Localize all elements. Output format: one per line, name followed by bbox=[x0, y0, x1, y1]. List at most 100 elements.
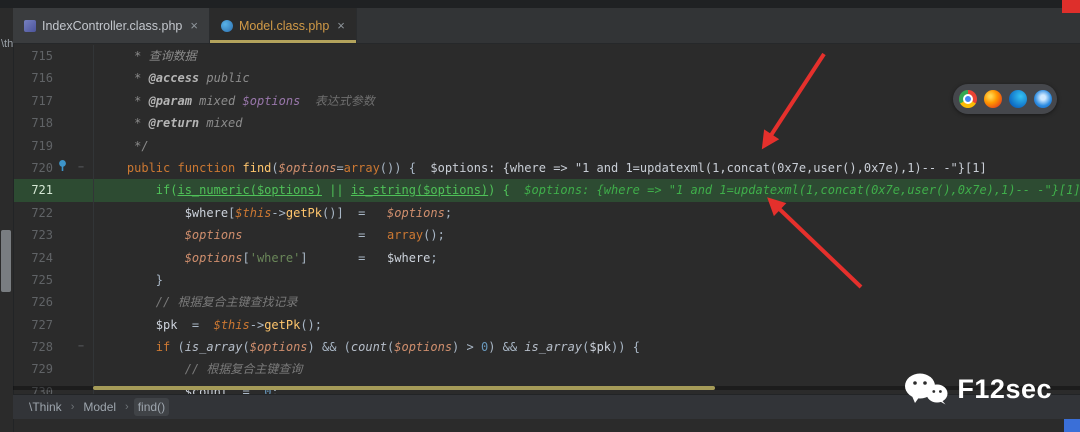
gutter-icon-slot bbox=[53, 135, 71, 157]
code-token: * 查询数据 bbox=[98, 49, 197, 63]
firefox-icon[interactable] bbox=[983, 90, 1002, 108]
code-token: @param bbox=[148, 93, 192, 108]
gutter: 716 bbox=[13, 67, 94, 90]
line-number[interactable]: 725 bbox=[13, 269, 53, 291]
line-number[interactable]: 726 bbox=[13, 291, 53, 313]
gutter-icon-slot bbox=[53, 179, 71, 201]
code-line-716[interactable]: 716 * @access public bbox=[13, 67, 1080, 90]
code-token: (); bbox=[423, 228, 445, 243]
code-line-717[interactable]: 717 * @param mixed $options 表达式参数 bbox=[13, 89, 1080, 113]
safari-icon[interactable] bbox=[1033, 90, 1052, 108]
code-token: 表达式参数 bbox=[300, 93, 375, 108]
code-line-725[interactable]: 725 } bbox=[13, 268, 1080, 292]
code-token: $options bbox=[184, 250, 243, 265]
code-text: public function find($options=array()) {… bbox=[94, 157, 1080, 179]
gutter-icon-slot bbox=[53, 269, 71, 291]
tab-indexcontroller[interactable]: IndexController.class.php × bbox=[13, 8, 210, 43]
line-number[interactable]: 718 bbox=[13, 112, 53, 134]
code-token: ()] = bbox=[322, 205, 388, 220]
code-line-722[interactable]: 722 $where[$this->getPk()] = $options; bbox=[13, 201, 1080, 225]
code-token: // 根据复合主键查找记录 bbox=[98, 295, 298, 310]
code-line-727[interactable]: 727 $pk = $this->getPk(); bbox=[13, 313, 1080, 337]
breadcrumb-item-think[interactable]: \Think bbox=[25, 398, 66, 416]
fold-icon[interactable]: − bbox=[71, 336, 91, 358]
code-token: @return bbox=[148, 116, 200, 131]
line-number[interactable]: 719 bbox=[13, 135, 53, 157]
code-line-720[interactable]: 720− public function find($options=array… bbox=[13, 156, 1080, 180]
close-icon[interactable]: × bbox=[337, 19, 345, 32]
line-number[interactable]: 727 bbox=[13, 314, 53, 336]
breadcrumb-item-find[interactable]: find() bbox=[133, 398, 170, 416]
fold-slot bbox=[71, 90, 91, 112]
line-number[interactable]: 724 bbox=[13, 247, 53, 269]
code-line-728[interactable]: 728− if (is_array($options) && (count($o… bbox=[13, 336, 1080, 359]
code-line-724[interactable]: 724 $options['where'] = $where; bbox=[13, 246, 1080, 269]
code-line-726[interactable]: 726 // 根据复合主键查找记录 bbox=[13, 291, 1080, 314]
fold-slot bbox=[71, 247, 91, 269]
code-token: (); bbox=[300, 317, 322, 332]
chrome-icon[interactable] bbox=[958, 90, 977, 108]
code-text: * @return mixed bbox=[94, 112, 1080, 134]
close-icon[interactable]: × bbox=[190, 19, 198, 32]
php-file-icon bbox=[24, 19, 36, 32]
line-number[interactable]: 728 bbox=[13, 336, 53, 358]
tab-model[interactable]: Model.class.php × bbox=[209, 8, 357, 43]
watermark: F12sec bbox=[904, 372, 1052, 406]
code-line-721[interactable]: 721 if(is_numeric($options) || is_string… bbox=[13, 179, 1080, 202]
code-token: $options: {where => "1 and 1=updatexml(1… bbox=[524, 183, 1080, 198]
line-number[interactable]: 717 bbox=[13, 90, 53, 112]
code-token: $options bbox=[394, 340, 453, 355]
code-token: $options bbox=[184, 228, 243, 243]
left-strip-handle[interactable] bbox=[1, 230, 11, 292]
fold-slot bbox=[71, 291, 91, 313]
code-token: $where bbox=[184, 205, 229, 220]
breadcrumb-item-model[interactable]: Model bbox=[79, 398, 120, 416]
line-number[interactable]: 720 bbox=[13, 157, 53, 179]
code-token: $this bbox=[235, 205, 272, 220]
line-number[interactable]: 729 bbox=[13, 358, 53, 380]
code-token: ()) { bbox=[379, 160, 431, 175]
editor-tab-bar: IndexController.class.php × Model.class.… bbox=[13, 8, 1080, 44]
window-top-strip bbox=[0, 0, 1080, 8]
code-token: $this bbox=[213, 317, 250, 332]
gutter: 721 bbox=[13, 179, 94, 202]
edge-icon[interactable] bbox=[1008, 90, 1027, 108]
gutter-icon-slot bbox=[53, 45, 71, 67]
code-editor[interactable]: 715 * 查询数据 716 * @access public 717 * @par… bbox=[13, 43, 1080, 394]
code-lines: 715 * 查询数据 716 * @access public 717 * @par… bbox=[13, 43, 1080, 394]
code-text: * @access public bbox=[94, 67, 1080, 89]
horizontal-scrollbar-thumb[interactable] bbox=[93, 386, 715, 390]
code-line-723[interactable]: 723 $options = array(); bbox=[13, 224, 1080, 247]
code-text: $where[$this->getPk()] = $options; bbox=[94, 202, 1080, 224]
line-number[interactable]: 722 bbox=[13, 202, 53, 224]
gutter-icon-slot bbox=[53, 67, 71, 89]
line-number[interactable]: 716 bbox=[13, 67, 53, 89]
code-token: is_numeric($options) bbox=[177, 183, 322, 198]
gutter: 717 bbox=[13, 89, 94, 113]
code-token: is_string($options) bbox=[350, 183, 489, 198]
fold-slot bbox=[71, 135, 91, 157]
code-line-718[interactable]: 718 * @return mixed bbox=[13, 112, 1080, 135]
code-token: 'where' bbox=[249, 250, 301, 265]
code-token: } bbox=[98, 272, 164, 287]
code-token: // 根据复合主键查询 bbox=[98, 362, 303, 377]
code-token: ( bbox=[271, 160, 279, 175]
code-line-715[interactable]: 715 * 查询数据 bbox=[13, 45, 1080, 68]
code-token: $options bbox=[242, 93, 301, 108]
bookmark-icon[interactable] bbox=[53, 157, 71, 179]
fold-icon[interactable]: − bbox=[71, 157, 91, 179]
code-token: -> bbox=[271, 205, 286, 220]
code-line-719[interactable]: 719 */ bbox=[13, 134, 1080, 157]
tab-label: IndexController.class.php bbox=[42, 18, 183, 33]
fold-slot bbox=[71, 358, 91, 380]
line-number[interactable]: 723 bbox=[13, 224, 53, 246]
line-number[interactable]: 721 bbox=[13, 179, 53, 201]
fold-slot bbox=[71, 112, 91, 134]
code-token: = bbox=[336, 160, 344, 175]
code-token: is_array bbox=[524, 340, 583, 355]
code-token: $options bbox=[249, 340, 308, 355]
line-number[interactable]: 715 bbox=[13, 45, 53, 67]
code-token: = bbox=[177, 317, 214, 332]
